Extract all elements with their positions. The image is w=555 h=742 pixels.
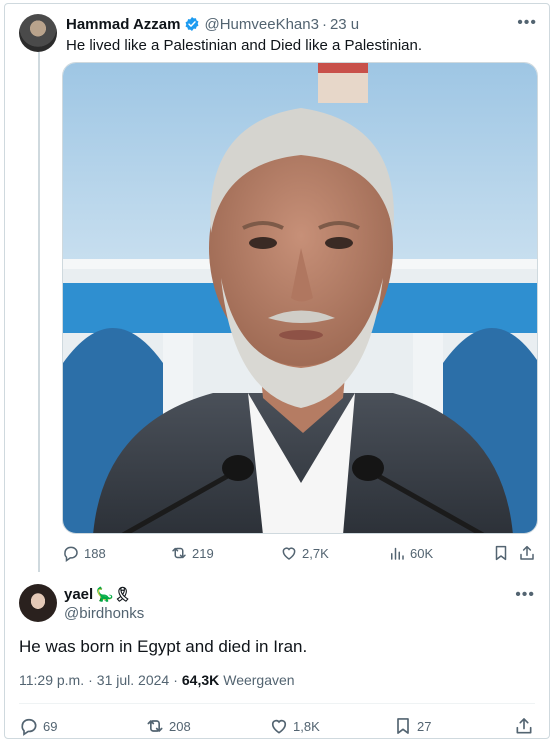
- repost-icon: [172, 547, 186, 559]
- tweet-time[interactable]: 23 u: [330, 16, 359, 33]
- share-button[interactable]: [518, 544, 540, 562]
- tweet-meta: 11:29 p.m. · 31 jul. 2024 · 64,3K Weerga…: [19, 672, 295, 688]
- bookmark-icon: [495, 545, 507, 561]
- heart-icon: [271, 719, 287, 734]
- repost-button[interactable]: 219: [170, 544, 214, 562]
- thread-connector-line: [38, 52, 40, 572]
- repost-count: 208: [169, 718, 191, 734]
- share-icon: [520, 545, 534, 560]
- like-button[interactable]: 1,8K: [269, 716, 320, 736]
- tweet-actions: 69 208 1,8K 27: [19, 716, 535, 738]
- reply-count: 69: [43, 718, 58, 734]
- divider: [19, 703, 535, 704]
- tweet-photo[interactable]: [62, 62, 538, 534]
- tweet-thread-card: Hammad Azzam @HumveeKhan3 · 23 u ••• He …: [4, 3, 550, 739]
- heart-icon: [282, 547, 296, 560]
- author-name[interactable]: yael: [64, 586, 93, 603]
- separator-dot: ·: [173, 672, 178, 688]
- portrait-image: [63, 63, 537, 533]
- reply-icon: [64, 546, 78, 562]
- more-dots-icon[interactable]: •••: [517, 14, 537, 32]
- tweet-text: He lived like a Palestinian and Died lik…: [66, 37, 423, 54]
- repost-count: 219: [192, 545, 214, 561]
- bookmark-icon: [397, 718, 409, 734]
- repost-icon: [147, 720, 163, 732]
- view-count: 60K: [410, 545, 434, 561]
- separator-dot: ·: [321, 15, 327, 33]
- tweet-date[interactable]: 31 jul. 2024: [97, 672, 169, 688]
- tweet-time[interactable]: 11:29 p.m.: [19, 672, 84, 688]
- reply-icon: [21, 718, 37, 736]
- tweet-actions: 188 219 2,7K 60K: [62, 544, 538, 564]
- avatar[interactable]: [19, 14, 57, 52]
- tweet-header: Hammad Azzam @HumveeKhan3 · 23 u •••: [66, 14, 537, 34]
- like-button[interactable]: 2,7K: [280, 544, 329, 562]
- repost-button[interactable]: 208: [145, 716, 191, 736]
- bookmark-count: 27: [417, 718, 432, 734]
- share-button[interactable]: [514, 716, 538, 736]
- verified-badge-icon: [186, 17, 199, 31]
- bookmark-button[interactable]: [492, 544, 514, 562]
- analytics-icon: [391, 547, 404, 560]
- reply-count: 188: [84, 545, 106, 561]
- name-emoji: 🦕🎗: [96, 586, 132, 602]
- like-count: 2,7K: [302, 545, 329, 561]
- avatar[interactable]: [19, 584, 57, 622]
- view-count: 64,3K: [181, 672, 220, 688]
- more-dots-icon[interactable]: •••: [515, 586, 535, 604]
- bookmark-button[interactable]: 27: [393, 716, 431, 736]
- views-label: Weergaven: [223, 672, 295, 688]
- reply-author-row: yael 🦕🎗: [64, 586, 131, 603]
- author-name[interactable]: Hammad Azzam: [66, 16, 180, 33]
- tweet-text: He was born in Egypt and died in Iran.: [19, 637, 308, 656]
- views-button[interactable]: 60K: [388, 544, 433, 562]
- reply-button[interactable]: 69: [19, 716, 57, 736]
- separator-dot: ·: [88, 672, 93, 688]
- reply-button[interactable]: 188: [62, 544, 106, 562]
- author-handle[interactable]: @birdhonks: [64, 605, 144, 622]
- author-handle[interactable]: @HumveeKhan3: [204, 16, 318, 33]
- share-icon: [516, 718, 532, 734]
- like-count: 1,8K: [293, 718, 320, 734]
